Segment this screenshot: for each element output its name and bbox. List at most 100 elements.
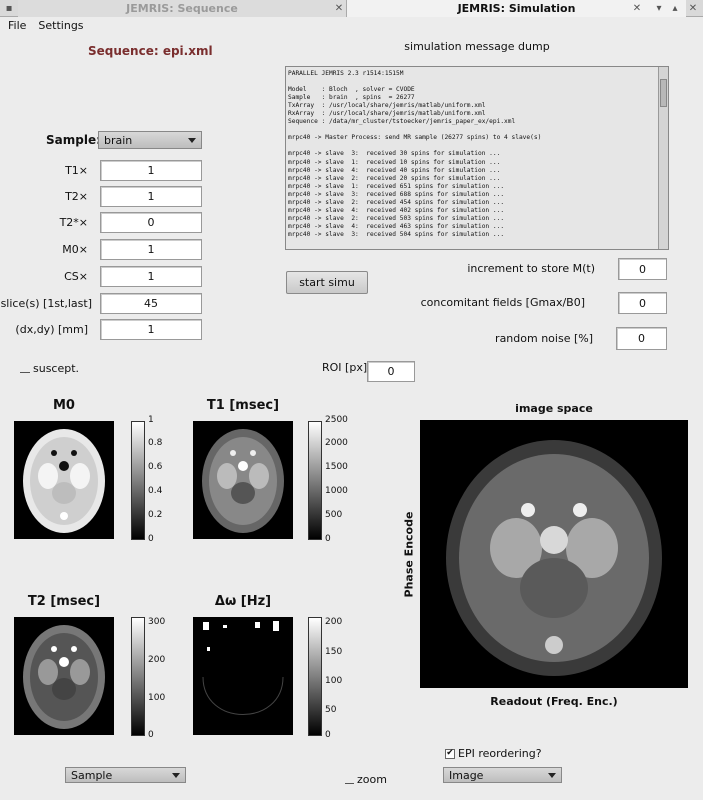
t1-input[interactable]: 1 [100, 160, 202, 181]
start-simu-button[interactable]: start simu [286, 271, 368, 294]
menu-file[interactable]: File [8, 19, 26, 32]
dump-line: Model : Bloch , solver = CVODE [288, 86, 415, 94]
dump-line: mrpc40 -> slave 4: received 40 spins for… [288, 166, 501, 174]
epi-reordering-label: EPI reordering? [458, 747, 542, 760]
dw-tick: 200 [325, 617, 343, 627]
zoom-checkbox[interactable]: zoom [345, 773, 387, 786]
dump-line: Sample : brain , spins = 26277 [288, 94, 415, 102]
m0-plot-title: M0 [53, 398, 75, 413]
chevron-down-icon [172, 773, 180, 778]
dw-tick: 0 [325, 730, 331, 740]
tab-simulation-close-icon[interactable]: ✕ [630, 1, 644, 15]
m0-tick: 0.6 [148, 462, 163, 472]
dump-line: mrpc40 -> slave 1: received 10 spins for… [288, 158, 501, 166]
concomitant-input[interactable]: 0 [618, 292, 667, 314]
increment-input[interactable]: 0 [618, 258, 667, 280]
window-maximize-icon[interactable]: ▴ [668, 1, 682, 15]
cs-input[interactable]: 1 [100, 266, 202, 287]
increment-label: increment to store M(t) [467, 262, 595, 275]
tab-sequence[interactable]: JEMRIS: Sequence [18, 0, 346, 17]
left-view-dropdown-value: Sample [71, 768, 113, 782]
epi-reordering-checkbox[interactable]: ✔ EPI reordering? [445, 747, 542, 760]
dump-line [288, 78, 654, 86]
slices-input[interactable]: 45 [100, 293, 202, 314]
menubar: File Settings [0, 17, 703, 33]
dump-scrollbar[interactable] [658, 67, 668, 249]
message-dump[interactable]: PARALLEL JEMRIS 2.3 r1514:1515M Model : … [285, 66, 669, 250]
dump-line: mrpc40 -> slave 2: received 454 spins fo… [288, 198, 505, 206]
image-space-view[interactable] [420, 420, 688, 688]
sample-label: Sample: [46, 133, 101, 147]
t1-plot-title: T1 [msec] [206, 398, 280, 413]
t2star-label: T2*× [59, 216, 88, 229]
check-icon: ✔ [445, 748, 455, 759]
m0-input[interactable]: 1 [100, 239, 202, 260]
t1-image[interactable] [193, 421, 293, 539]
zoom-check-mark [345, 775, 354, 784]
m0-tick: 0.4 [148, 486, 163, 496]
t1-colorbar [308, 421, 322, 540]
image-space-ylabel: Phase Encode [402, 511, 416, 598]
sample-dropdown[interactable]: brain [98, 131, 202, 149]
tab-sequence-label: JEMRIS: Sequence [126, 2, 238, 15]
dump-line: mrpc40 -> slave 1: received 651 spins fo… [288, 182, 505, 190]
m0-image[interactable] [14, 421, 114, 539]
m0-brain-image [23, 429, 105, 533]
m0-label: M0× [62, 243, 88, 256]
dump-line: mrpc40 -> slave 4: received 463 spins fo… [288, 222, 505, 230]
dxdy-label: (dx,dy) [mm] [15, 323, 88, 336]
t2-input[interactable]: 1 [100, 186, 202, 207]
reconstructed-image [446, 440, 662, 676]
slices-label: slice(s) [1st,last] [0, 297, 92, 310]
t2-colorbar [131, 617, 145, 736]
roi-input[interactable]: 0 [367, 361, 415, 382]
t2-tick: 300 [148, 617, 166, 627]
dw-tick: 100 [325, 676, 343, 686]
window-arrow-icon[interactable]: ▾ [652, 1, 666, 15]
t1-label: T1× [65, 164, 88, 177]
left-view-dropdown[interactable]: Sample [65, 767, 186, 783]
t2-brain-image [23, 625, 105, 729]
right-view-dropdown[interactable]: Image [443, 767, 562, 783]
dump-title: simulation message dump [404, 40, 550, 53]
dw-tick: 50 [325, 705, 337, 715]
window-menu-icon[interactable]: ▪ [2, 1, 16, 15]
cs-label: CS× [64, 270, 88, 283]
dump-line: mrpc40 -> slave 2: received 20 spins for… [288, 174, 501, 182]
m0-colorbar [131, 421, 145, 540]
dump-line: mrpc40 -> slave 2: received 503 spins fo… [288, 214, 505, 222]
suscept-label: suscept. [33, 362, 80, 375]
dump-scroll-thumb[interactable] [660, 79, 667, 107]
sample-dropdown-value: brain [104, 133, 133, 147]
dw-plot-title: Δω [Hz] [214, 594, 272, 609]
tab-simulation-label: JEMRIS: Simulation [457, 2, 576, 15]
dxdy-input[interactable]: 1 [100, 319, 202, 340]
menu-settings[interactable]: Settings [38, 19, 83, 32]
dump-line: mrpc40 -> Master Process: send MR sample… [288, 134, 542, 142]
dw-tick: 150 [325, 647, 343, 657]
t2-label: T2× [65, 190, 88, 203]
dump-line: TxArray : /usr/local/share/jemris/matlab… [288, 102, 486, 110]
window-close-icon[interactable]: ✕ [686, 1, 700, 15]
t1-tick: 0 [325, 534, 331, 544]
dump-line: Sequence : /data/mr_cluster/tstoecker/je… [288, 118, 516, 126]
t2star-input[interactable]: 0 [100, 212, 202, 233]
t1-tick: 500 [325, 510, 343, 520]
dump-line [288, 126, 654, 134]
t2-image[interactable] [14, 617, 114, 735]
m0-tick: 0 [148, 534, 154, 544]
right-view-dropdown-value: Image [449, 768, 484, 782]
dw-image[interactable] [193, 617, 293, 735]
dump-line: mrpc40 -> slave 3: received 688 spins fo… [288, 190, 505, 198]
dw-field-image [202, 621, 284, 715]
noise-input[interactable]: 0 [616, 327, 667, 350]
roi-label: ROI [px] [322, 361, 368, 374]
dump-line: mrpc40 -> slave 4: received 402 spins fo… [288, 206, 505, 214]
dw-colorbar [308, 617, 322, 736]
t1-tick: 1000 [325, 486, 348, 496]
suscept-checkbox[interactable]: suscept. [20, 362, 79, 375]
sequence-label: Sequence: epi.xml [88, 44, 213, 58]
tab-sequence-close-icon[interactable]: ✕ [332, 1, 346, 15]
dump-line: RxArray : /usr/local/share/jemris/matlab… [288, 110, 486, 118]
t1-tick: 2500 [325, 415, 348, 425]
